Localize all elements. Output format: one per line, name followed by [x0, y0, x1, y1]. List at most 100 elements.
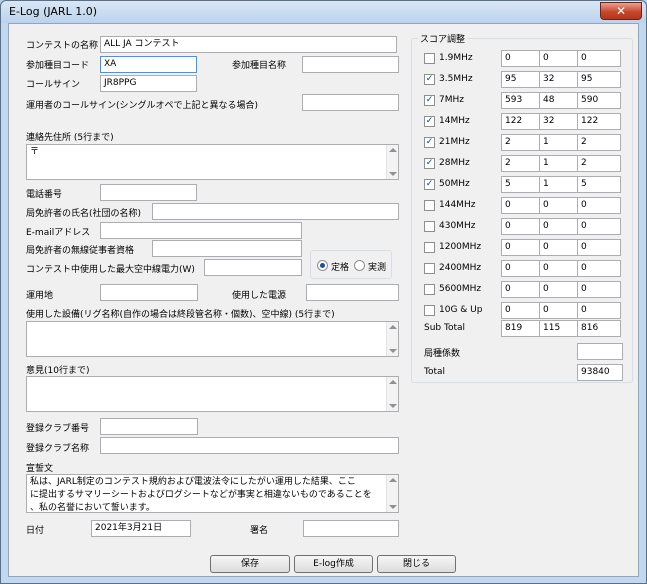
band-label: 144MHz [439, 200, 476, 210]
club-number-field[interactable] [100, 418, 198, 435]
band-checkbox[interactable] [424, 284, 435, 295]
oath-line-2: に提出するサマリーシートおよびログシートなどが事実と相違ないものであることを [30, 490, 372, 500]
band-label: 28MHz [439, 158, 470, 168]
equipment-textarea[interactable] [26, 321, 399, 357]
category-name-label: 参加種目名称 [232, 61, 287, 71]
oath-textarea[interactable]: 私は、JARL制定のコンテスト規約および電波法令にしたがい運用した結果、ここ に… [26, 474, 399, 513]
band-checkbox[interactable]: ✓ [424, 158, 435, 169]
band-value-c[interactable]: 2 [577, 155, 621, 172]
band-value-c[interactable]: 0 [577, 281, 621, 298]
licensee-name-field[interactable] [152, 203, 399, 220]
band-checkbox[interactable] [424, 200, 435, 211]
date-label: 日付 [26, 526, 45, 536]
oath-line-1: 私は、JARL制定のコンテスト規約および電波法令にしたがい運用した結果、ここ [30, 477, 356, 487]
subtotal-c[interactable]: 816 [577, 320, 621, 337]
operator-callsign-label: 運用者のコールサイン(シングルオペで上記と異なる場合) [26, 101, 259, 111]
power-source-label: 使用した電源 [232, 291, 287, 301]
category-name-field[interactable] [302, 56, 399, 73]
club-number-label: 登録クラブ番号 [26, 424, 90, 434]
licensee-name-label: 局免許者の氏名(社団の名称) [26, 209, 142, 219]
phone-label: 電話番号 [26, 190, 63, 200]
total-field[interactable]: 93840 [577, 364, 623, 381]
band-label: 2400MHz [439, 263, 482, 273]
total-label: Total [424, 367, 446, 377]
equipment-label: 使用した設備(リグ名称(自作の場合は終段管名称・個数)、空中線) (5行まで) [26, 310, 335, 320]
save-button[interactable]: 保存 [210, 555, 290, 573]
oath-label: 宣誓文 [26, 464, 54, 474]
band-value-c[interactable]: 0 [577, 197, 621, 214]
band-factor-field[interactable] [577, 343, 623, 360]
band-label: 3.5MHz [439, 74, 473, 84]
location-label: 運用地 [26, 291, 54, 301]
create-elog-button[interactable]: E-log作成 [294, 555, 373, 573]
subtotal-label: Sub Total [424, 323, 466, 333]
measured-power-label: 実測 [368, 263, 387, 273]
band-checkbox[interactable] [424, 263, 435, 274]
category-code-label: 参加種目コード [26, 61, 90, 71]
band-label: 10G & Up [439, 305, 483, 315]
address-textarea[interactable]: 〒 [26, 144, 399, 180]
date-field[interactable]: 2021年3月21日 [91, 520, 191, 537]
signature-field[interactable] [303, 520, 399, 537]
measured-power-radio[interactable] [354, 260, 365, 271]
address-scrollbar[interactable] [386, 145, 398, 179]
band-checkbox[interactable] [424, 221, 435, 232]
band-checkbox[interactable]: ✓ [424, 74, 435, 85]
band-checkbox[interactable] [424, 242, 435, 253]
max-power-field[interactable] [204, 259, 302, 276]
signature-label: 署名 [250, 526, 269, 536]
band-checkbox[interactable]: ✓ [424, 137, 435, 148]
band-value-c[interactable]: 5 [577, 176, 621, 193]
app-window: E-Log (JARL 1.0) ✕ コンテストの名称 ALL JA コンテスト… [0, 0, 647, 584]
licensee-qualification-label: 局免許者の無線従事者資格 [26, 246, 135, 256]
band-factor-label: 局種係数 [424, 349, 461, 359]
band-checkbox[interactable] [424, 305, 435, 316]
equipment-scrollbar[interactable] [386, 322, 398, 356]
band-label: 1.9MHz [439, 53, 473, 63]
band-label: 5600MHz [439, 284, 482, 294]
band-label: 14MHz [439, 116, 470, 126]
band-value-c[interactable]: 122 [577, 113, 621, 130]
band-label: 21MHz [439, 137, 470, 147]
licensee-qualification-field[interactable] [152, 240, 302, 257]
oath-scrollbar[interactable] [386, 475, 398, 512]
address-label: 連絡先住所 (5行まで) [26, 133, 114, 143]
rated-power-label: 定格 [331, 263, 350, 273]
band-checkbox[interactable]: ✓ [424, 116, 435, 127]
email-field[interactable] [100, 222, 302, 239]
power-source-field[interactable] [306, 284, 399, 301]
band-checkbox[interactable]: ✓ [424, 95, 435, 106]
band-value-c[interactable]: 590 [577, 92, 621, 109]
band-checkbox[interactable]: ✓ [424, 179, 435, 190]
band-label: 7MHz [439, 95, 464, 105]
band-value-c[interactable]: 0 [577, 50, 621, 67]
operator-callsign-field[interactable] [302, 94, 399, 111]
close-icon[interactable]: ✕ [600, 2, 642, 20]
title-bar[interactable]: E-Log (JARL 1.0) ✕ [1, 1, 646, 23]
category-code-field[interactable]: XA [100, 56, 197, 73]
band-value-c[interactable]: 95 [577, 71, 621, 88]
band-value-c[interactable]: 2 [577, 134, 621, 151]
rated-power-radio[interactable] [317, 260, 328, 271]
phone-field[interactable] [100, 184, 197, 201]
band-value-c[interactable]: 0 [577, 302, 621, 319]
address-value: 〒 [30, 147, 40, 157]
band-label: 1200MHz [439, 242, 482, 252]
score-adjust-group: スコア調整 1.9MHz 0 0 0 ✓ 3.5MHz 95 32 95 ✓ 7MHz 593 48 59… [411, 32, 633, 383]
band-value-c[interactable]: 0 [577, 239, 621, 256]
callsign-label: コールサイン [26, 80, 81, 90]
close-button[interactable]: 閉じる [377, 555, 456, 573]
opinion-textarea[interactable] [26, 376, 399, 412]
score-adjust-title: スコア調整 [418, 32, 468, 45]
band-checkbox[interactable] [424, 53, 435, 64]
callsign-field[interactable]: JR8PPG [100, 75, 197, 92]
club-name-field[interactable] [100, 437, 399, 454]
oath-line-3: 、私の名誉において誓います。 [30, 503, 155, 513]
window-title: E-Log (JARL 1.0) [9, 5, 97, 18]
band-value-c[interactable]: 0 [577, 218, 621, 235]
band-value-c[interactable]: 0 [577, 260, 621, 277]
contest-name-field[interactable]: ALL JA コンテスト [100, 36, 397, 53]
band-label: 430MHz [439, 221, 476, 231]
location-field[interactable] [100, 284, 198, 301]
opinion-scrollbar[interactable] [386, 377, 398, 411]
